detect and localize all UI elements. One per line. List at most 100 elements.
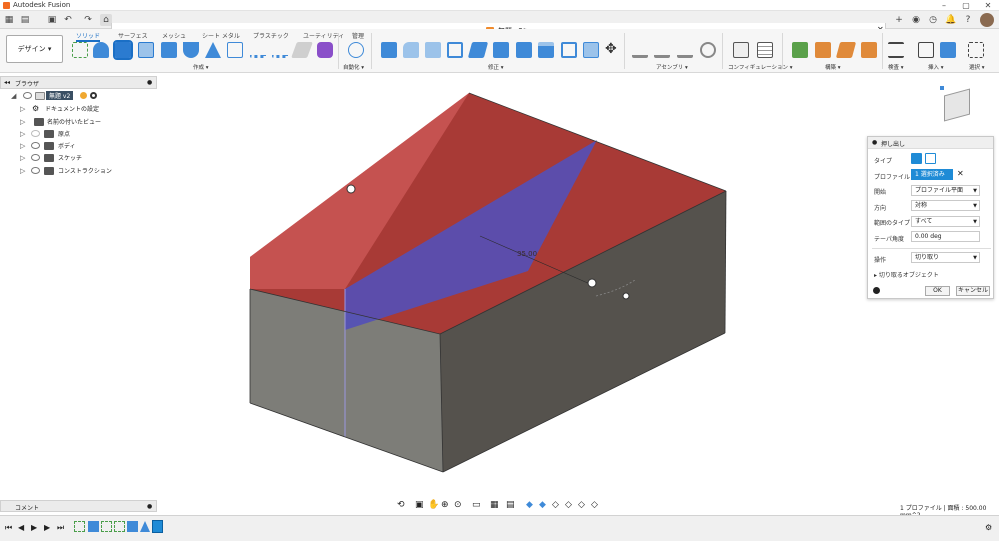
split-face-icon[interactable]	[583, 42, 599, 58]
as-built-joint-icon[interactable]	[677, 42, 693, 58]
chamfer-icon[interactable]	[425, 42, 441, 58]
browser-item-origin[interactable]: ▷ 原点	[0, 128, 157, 140]
automate-icon[interactable]	[348, 42, 364, 58]
pan-icon[interactable]: ✋	[428, 500, 439, 510]
workspace-switcher-button[interactable]: デザイン ▾	[6, 35, 63, 63]
insert-image-icon[interactable]	[940, 42, 956, 58]
hidden-eye-icon[interactable]	[31, 130, 40, 137]
expand-root-icon[interactable]: ◢	[11, 92, 16, 100]
cancel-button[interactable]: キャンセル	[956, 286, 990, 296]
configure-icon[interactable]	[733, 42, 749, 58]
view-cube-home-icon[interactable]	[940, 86, 944, 90]
environment-icon[interactable]: ◇	[552, 500, 559, 510]
form-body-icon[interactable]	[317, 42, 333, 58]
create-form-icon[interactable]	[93, 42, 109, 58]
profile-selection-button[interactable]: 1 選択済み	[911, 169, 953, 180]
type-two-side-icon[interactable]	[925, 153, 936, 164]
step-back-icon[interactable]: ◀	[18, 523, 24, 532]
loft-icon[interactable]	[205, 42, 221, 58]
visual-style-icon[interactable]: ◆	[539, 500, 546, 510]
extrude-direction-arrow-icon[interactable]	[587, 278, 597, 288]
extensions-icon[interactable]: ◉	[910, 14, 922, 26]
tab-mesh[interactable]: メッシュ	[162, 31, 186, 40]
sweep-icon[interactable]	[183, 42, 199, 58]
thicken-icon[interactable]	[291, 42, 313, 58]
notifications-icon[interactable]: 🔔	[945, 14, 957, 26]
grid-settings-icon[interactable]: ▦	[490, 500, 499, 510]
step-forward-icon[interactable]: ▶	[44, 523, 50, 532]
canvas-viewport[interactable]: 35.00	[160, 72, 860, 512]
view-cube[interactable]	[938, 84, 978, 124]
timeline-current-feature-icon[interactable]	[152, 520, 163, 533]
type-one-side-icon[interactable]	[911, 153, 922, 164]
effects-icon[interactable]: ◇	[565, 500, 572, 510]
tab-sheet-metal[interactable]: シート メタル	[202, 31, 240, 40]
shaded-view-icon[interactable]: ◆	[526, 500, 533, 510]
timeline-sketch-feature-icon[interactable]	[101, 521, 112, 532]
browser-item-sketches[interactable]: ▷ スケッチ	[0, 152, 157, 164]
file-menu-icon[interactable]: ▤	[19, 14, 31, 26]
save-icon[interactable]: ▣	[46, 14, 58, 26]
expand-icon[interactable]: ▷	[20, 142, 25, 150]
fillet-icon[interactable]	[403, 42, 419, 58]
pattern-icon[interactable]	[250, 42, 266, 58]
dialog-header[interactable]: ● 押し出し	[868, 137, 993, 149]
tab-plastic[interactable]: プラスチック	[253, 31, 289, 40]
objects-to-cut-toggle[interactable]: ▸ 切り取るオブジェクト	[874, 270, 939, 279]
maximize-button[interactable]: ▢	[955, 0, 977, 11]
tangent-plane-icon[interactable]	[835, 42, 857, 58]
taper-angle-input[interactable]: 0.00 deg	[911, 231, 980, 242]
comments-add-icon[interactable]: ●	[147, 503, 152, 510]
browser-item-bodies[interactable]: ▷ ボディ	[0, 140, 157, 152]
dimension-label[interactable]: 35.00	[517, 250, 537, 258]
visibility-eye-icon[interactable]	[23, 92, 32, 99]
scale-icon[interactable]	[493, 42, 509, 58]
timeline-extrude-feature-icon[interactable]	[127, 521, 138, 532]
motion-link-icon[interactable]	[700, 42, 716, 58]
visibility-eye-icon[interactable]	[31, 167, 40, 174]
look-at-icon[interactable]: ▣	[415, 500, 424, 510]
expand-icon[interactable]: ▷	[20, 105, 25, 113]
viewports-icon[interactable]: ▤	[506, 500, 515, 510]
expand-icon[interactable]: ▷	[20, 118, 25, 126]
browser-item-document-settings[interactable]: ▷ ⚙ ドキュメントの設定	[0, 103, 157, 115]
comments-panel[interactable]: コメント ●	[0, 500, 157, 512]
draft-icon[interactable]	[467, 42, 489, 58]
orbit-icon[interactable]: ⟲	[397, 500, 405, 510]
new-component-icon[interactable]	[632, 42, 648, 58]
timeline-sketch-feature-icon[interactable]	[114, 521, 125, 532]
ok-button[interactable]: OK	[925, 286, 950, 296]
extrude-manipulator-icon[interactable]	[346, 184, 356, 194]
job-status-icon[interactable]: ◷	[927, 14, 939, 26]
midplane-icon[interactable]	[861, 42, 877, 58]
move-copy-icon[interactable]: ✥	[605, 41, 617, 57]
direction-select[interactable]: 対称 ▼	[911, 200, 980, 211]
undo-icon[interactable]: ↶	[62, 14, 74, 26]
new-sketch-icon[interactable]	[72, 42, 88, 58]
measure-icon[interactable]	[888, 42, 904, 58]
plane-at-angle-icon[interactable]	[815, 42, 831, 58]
select-icon[interactable]	[968, 42, 984, 58]
joint-icon[interactable]	[654, 42, 670, 58]
group-assemble[interactable]: アセンブリ ▾	[656, 63, 688, 71]
extrude-icon[interactable]	[113, 40, 133, 60]
display-settings-icon[interactable]: ▭	[472, 500, 481, 510]
zoom-window-icon[interactable]: ⊙	[454, 500, 462, 510]
tab-surface[interactable]: サーフェス	[118, 31, 148, 40]
group-create[interactable]: 作成 ▾	[193, 63, 209, 71]
operation-select[interactable]: 切り取り ▼	[911, 252, 980, 263]
browser-item-named-views[interactable]: ▷ 名前の付いたビュー	[0, 116, 157, 128]
start-select[interactable]: プロファイル平面 ▼	[911, 185, 980, 196]
activate-radio-icon[interactable]	[90, 92, 97, 99]
play-icon[interactable]: ▶	[31, 523, 37, 532]
shell-icon[interactable]	[447, 42, 463, 58]
timeline-extrude-feature-icon[interactable]	[88, 521, 99, 532]
extent-select[interactable]: すべて ▼	[911, 216, 980, 227]
taper-manipulator-icon[interactable]	[622, 292, 630, 300]
group-modify[interactable]: 修正 ▾	[488, 63, 504, 71]
hole-icon[interactable]	[138, 42, 154, 58]
browser-root-row[interactable]: ◢ 無題 v2	[0, 90, 157, 102]
expand-icon[interactable]: ▷	[20, 130, 25, 138]
go-to-start-icon[interactable]: ⏮	[5, 523, 12, 533]
rectangle-pattern-icon[interactable]	[227, 42, 243, 58]
